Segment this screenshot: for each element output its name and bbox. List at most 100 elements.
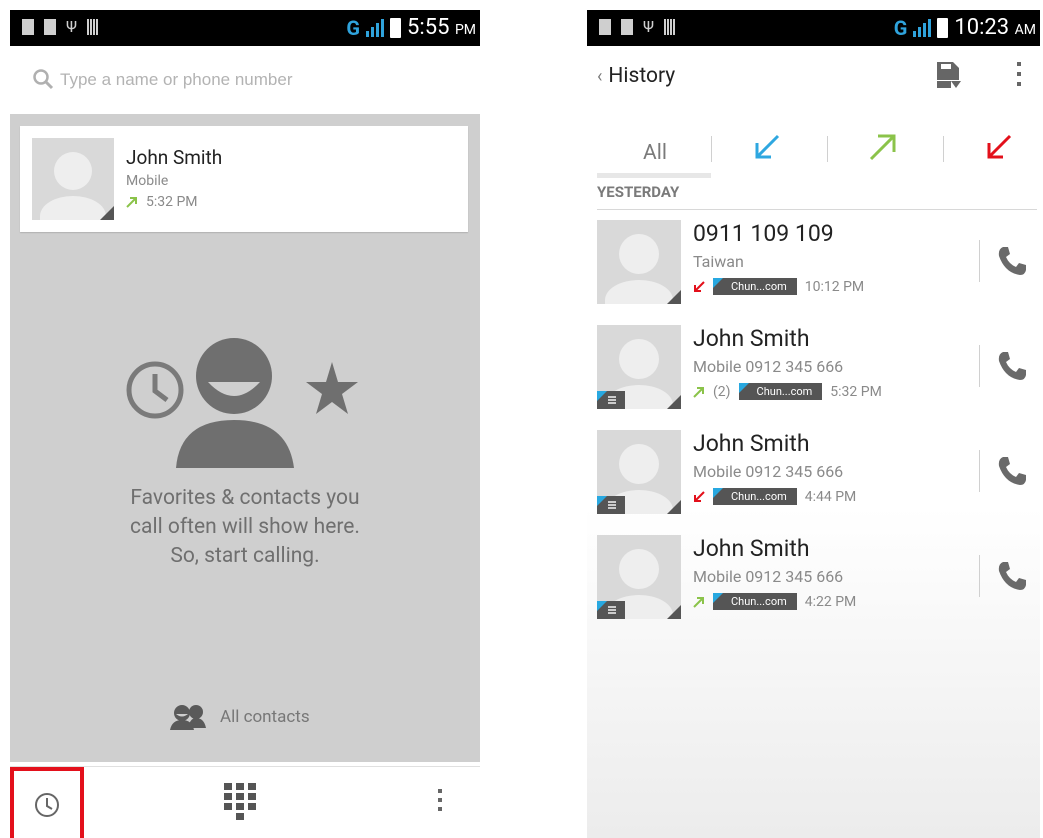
empty-state-message: Favorites & contacts you call often will… [130,486,360,568]
call-number-detail: Mobile 0912 345 666 [693,567,844,586]
network-type: G [893,15,908,40]
call-name: John Smith [693,325,810,352]
bottom-action-bar [10,766,480,838]
row-divider [979,450,980,492]
battery-icon [937,17,949,38]
call-filter-tabs: All [587,120,1040,178]
status-bar: Ψ G 5:55 PM [10,10,480,46]
row-divider [979,345,980,387]
call-time: 10:12 PM [804,278,865,295]
tab-incoming[interactable] [711,120,823,174]
contact-number-type: Mobile [126,173,169,189]
all-contacts-button[interactable]: All contacts [170,704,310,730]
recent-contact-card[interactable]: John Smith Mobile 5:32 PM [20,126,468,232]
contact-avatar[interactable] [597,325,681,409]
overflow-menu-button[interactable] [430,789,450,819]
missed-call-icon [694,490,705,502]
sim-carrier-badge: Chun...com [713,593,797,610]
outgoing-call-icon [693,596,704,608]
overflow-menu-button[interactable] [1013,62,1025,92]
usb-icon: Ψ [66,17,78,36]
contact-avatar [32,138,114,220]
incoming-call-icon [755,134,780,159]
tab-all[interactable]: All [599,120,711,174]
dialer-favorites-screen: Ψ G 5:55 PM John Smith Mobile [10,10,480,838]
phone-icon[interactable] [995,559,1029,593]
dialpad-icon[interactable] [220,781,260,825]
contact-avatar[interactable] [597,535,681,619]
battery-icon [390,17,402,38]
all-contacts-label: All contacts [220,707,310,727]
tab-missed[interactable] [943,120,1040,174]
missed-call-icon [987,134,1012,159]
signal-icon [366,18,385,37]
clock: 5:55 PM [407,15,476,40]
status-bar: Ψ G 10:23 AM [587,10,1040,46]
call-number-detail: Mobile 0912 345 666 [693,462,844,481]
outgoing-call-icon [869,134,896,161]
call-name: John Smith [693,535,810,562]
call-name: 0911 109 109 [693,220,834,247]
back-button[interactable]: ‹ History [597,64,675,88]
clock: 10:23 AM [954,15,1036,40]
contact-avatar[interactable] [597,220,681,304]
call-count: (2) [713,383,731,400]
sim-badge-icon [597,601,625,619]
contact-avatar[interactable] [597,430,681,514]
phone-icon[interactable] [995,454,1029,488]
favorites-empty-illustration [126,338,358,468]
call-log-row[interactable]: John Smith Mobile 0912 345 666 Chun...com 4… [597,424,1037,524]
search-bar[interactable] [10,46,480,114]
usb-icon: Ψ [643,17,655,36]
favorites-area: John Smith Mobile 5:32 PM Favorites & co… [10,114,480,762]
sim-carrier-badge: Chun...com [713,278,797,295]
tab-outgoing[interactable] [827,120,939,174]
barcode-icon [87,19,100,35]
missed-call-icon [694,280,705,292]
clock-icon [126,361,184,419]
section-header: YESTERDAY [597,180,1037,210]
signal-icon [913,18,932,37]
sd-card-icon [44,19,56,35]
contact-name: John Smith [126,146,223,169]
call-history-screen: Ψ G 10:23 AM ‹ History All YESTERDAY 091… [587,10,1040,838]
call-number-detail: Mobile 0912 345 666 [693,357,844,376]
sim-badge-icon [597,391,625,409]
outgoing-call-icon [126,197,137,208]
sim-carrier-badge: Chun...com [738,383,823,400]
sim-card-icon [22,19,34,35]
person-icon [176,338,294,468]
call-history-button[interactable] [10,767,84,838]
sim-badge-icon [597,496,625,514]
row-divider [979,240,980,282]
page-title: History [608,64,676,88]
phone-icon[interactable] [995,244,1029,278]
call-time: 5:32 PM [146,194,198,210]
call-name: John Smith [693,430,810,457]
sd-card-icon [621,19,633,35]
phone-icon[interactable] [995,349,1029,383]
call-time: 4:44 PM [804,488,857,505]
star-icon [306,362,358,414]
call-log-row[interactable]: John Smith Mobile 0912 345 666 (2) Chun...c… [597,319,1037,419]
call-log-row[interactable]: 0911 109 109 Taiwan Chun...com 10:12 PM [597,214,1037,314]
outgoing-call-icon [693,386,704,398]
search-icon [33,69,54,90]
tab-selected-indicator [597,173,711,178]
notification-icons: Ψ [599,17,677,36]
contacts-icon [170,705,206,730]
history-clock-icon [35,793,59,817]
search-input[interactable] [60,66,450,94]
call-number-detail: Taiwan [693,252,744,271]
notification-icons: Ψ [22,17,100,36]
action-bar: ‹ History [587,46,1040,108]
sim-card-icon [599,19,611,35]
sim-carrier-badge: Chun...com [713,488,797,505]
call-time: 4:22 PM [804,593,857,610]
call-time: 5:32 PM [830,383,882,400]
call-log-row[interactable]: John Smith Mobile 0912 345 666 Chun...com 4… [597,529,1037,629]
barcode-icon [664,19,677,35]
export-icon[interactable] [935,60,963,90]
chevron-left-icon: ‹ [597,65,603,87]
network-type: G [346,15,361,40]
